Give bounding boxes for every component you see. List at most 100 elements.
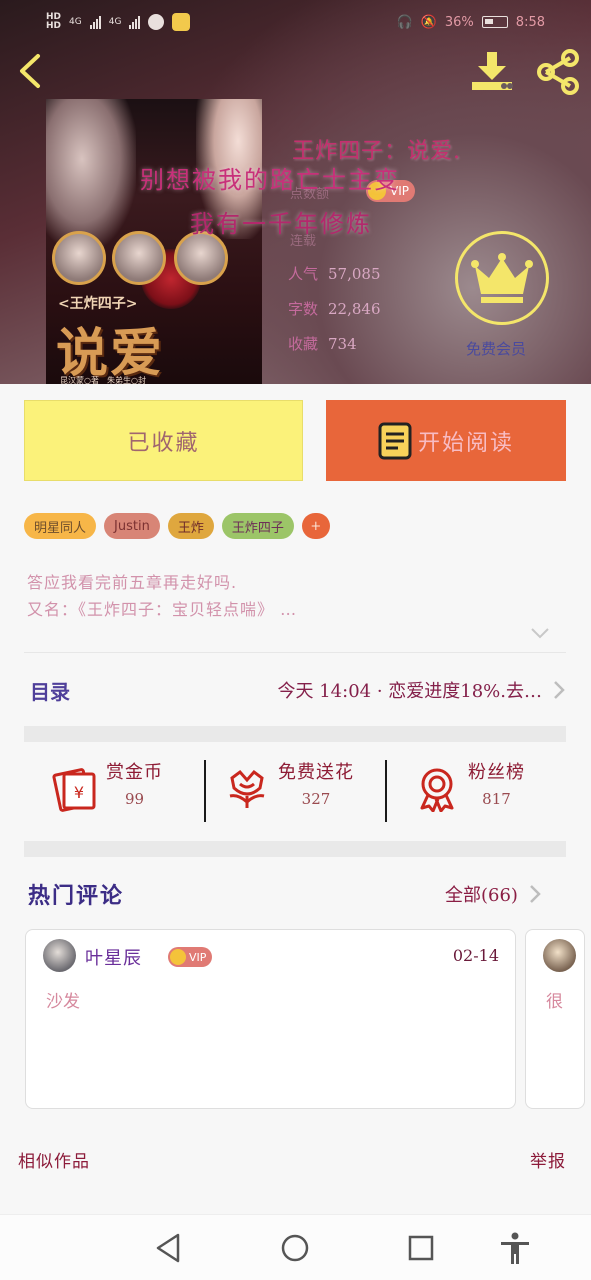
divider [24,652,566,653]
comment-text: 很 [546,992,563,1012]
tag-item[interactable]: 王炸四子 [221,513,294,539]
signal-icon [89,15,101,29]
back-button[interactable] [14,52,50,90]
browser-icon [148,14,165,30]
send-flower-count: 327 [301,790,331,808]
cover-avatar-2 [112,231,166,285]
expand-description-button[interactable] [529,624,551,642]
add-tag-button[interactable]: + [301,513,330,539]
reward-coin-button[interactable]: ¥ 赏金币 99 [52,758,163,824]
avatar[interactable] [43,939,76,972]
chevron-right-icon [554,681,565,699]
section-separator [24,726,566,742]
battery-icon [481,16,508,28]
collect-stat: 收藏 734 [288,333,357,354]
stat-separator [204,760,206,822]
similar-works-link[interactable]: 相似作品 [18,1147,90,1172]
tag-item[interactable]: 王炸 [167,513,214,539]
status-bar: HD HD 4G 4G 🎧 🔕 36% 8:58 [0,0,591,44]
share-button[interactable] [534,48,582,96]
description-line-1: 答应我看完前五章再走好吗. [27,573,238,592]
flower-icon [229,769,265,808]
clock: 8:58 [515,14,545,30]
mute-icon: 🔕 [420,14,437,30]
network-type-2: 4G [108,17,122,27]
reward-stats: ¥ 赏金币 99 免费送花 327 粉丝榜 817 [24,758,566,824]
cover-figure-left [46,99,136,249]
start-reading-button[interactable]: 开始阅读 [326,400,566,481]
vip-label: VIP [189,950,207,964]
tag-item[interactable]: Justin [104,513,160,539]
book-hero: HD HD 4G 4G 🎧 🔕 36% 8:58 <王炸四子> 说爱 昆汉蒙○著… [0,0,591,384]
cover-avatar-3 [174,231,228,285]
chevron-left-icon [20,54,40,88]
network-type-1: 4G [69,17,82,27]
popularity-value: 57,085 [328,265,381,283]
avatar[interactable] [543,939,576,972]
hd-icon: HD HD [46,12,62,31]
crown-icon [471,253,533,303]
app-notification-icon [172,13,191,31]
battery-percent: 36% [444,14,474,30]
member-label: 免费会员 [466,340,527,358]
download-icon [472,52,513,90]
recent-apps-icon[interactable] [404,1231,438,1265]
download-button[interactable] [470,50,516,92]
stat-separator [385,760,387,822]
comment-card[interactable]: 叶星辰 VIP 02-14 沙发 [25,929,516,1109]
cover-title: 说爱 [56,323,165,384]
headset-icon: 🎧 [396,14,413,30]
medal-icon [420,768,454,812]
book-cover[interactable]: <王炸四子> 说爱 昆汉蒙○著 朱弟生○封 [46,99,262,384]
latest-chapter: 今天 14:04 · 恋爱进度18%.去… [277,681,543,702]
reward-coin-count: 99 [124,790,145,808]
send-flower-button[interactable]: 免费送花 327 [224,758,354,824]
collected-label: 已收藏 [127,430,200,456]
cover-subtitle: <王炸四子> [58,296,138,312]
comment-text: 沙发 [46,992,80,1012]
vip-badge: VIP [168,947,213,967]
fan-ranking-button[interactable]: 粉丝榜 817 [414,758,525,824]
popularity-stat: 人气 57,085 [288,263,381,284]
section-separator [24,841,566,857]
member-crown-button[interactable] [455,231,549,325]
popularity-label: 人气 [288,265,319,283]
word-count-label: 字数 [288,300,319,318]
start-reading-label: 开始阅读 [417,430,514,456]
collect-value: 734 [328,335,357,353]
catalog-row[interactable]: 目录 今天 14:04 · 恋爱进度18%.去… [24,670,566,710]
svg-text:¥: ¥ [74,783,84,802]
cover-credit: 昆汉蒙○著 朱弟生○封 [60,376,146,384]
back-triangle-icon[interactable] [152,1231,186,1265]
system-nav-bar [0,1214,591,1280]
word-count-stat: 字数 22,846 [288,298,381,319]
signal-icon-2 [129,15,141,29]
book-icon [378,422,412,459]
chevron-right-icon [530,885,541,903]
overlay-text-line2: 我有一千年修炼 [190,210,372,238]
share-icon [537,49,579,95]
reward-coin-label: 赏金币 [106,762,163,783]
vip-crown-icon [170,949,186,965]
book-description[interactable]: 答应我看完前五章再走好吗. 又名：《王炸四子：宝贝轻点喘》 … [27,569,297,623]
home-circle-icon[interactable] [278,1231,312,1265]
collect-label: 收藏 [288,335,319,353]
tag-list: 明星同人 Justin 王炸 王炸四子 + [24,513,330,539]
cover-avatar-1 [52,231,106,285]
catalog-title: 目录 [30,679,70,704]
comment-username[interactable]: 叶星辰 [85,944,142,970]
all-comments-label: 全部(66) [445,885,518,906]
word-count-value: 22,846 [328,300,381,318]
description-line-2: 又名：《王炸四子：宝贝轻点喘》 … [27,600,298,619]
send-flower-label: 免费送花 [278,762,354,783]
chevron-down-icon [531,628,549,639]
tag-item[interactable]: 明星同人 [24,513,97,539]
all-comments-link[interactable]: 全部(66) [445,881,542,907]
accessibility-icon[interactable] [498,1231,532,1265]
comment-card[interactable]: 很 [525,929,585,1109]
fan-ranking-count: 817 [482,790,511,808]
comment-date: 02-14 [452,946,499,965]
report-link[interactable]: 举报 [530,1147,566,1172]
hot-comments-title: 热门评论 [28,883,125,909]
collected-button[interactable]: 已收藏 [24,400,303,481]
